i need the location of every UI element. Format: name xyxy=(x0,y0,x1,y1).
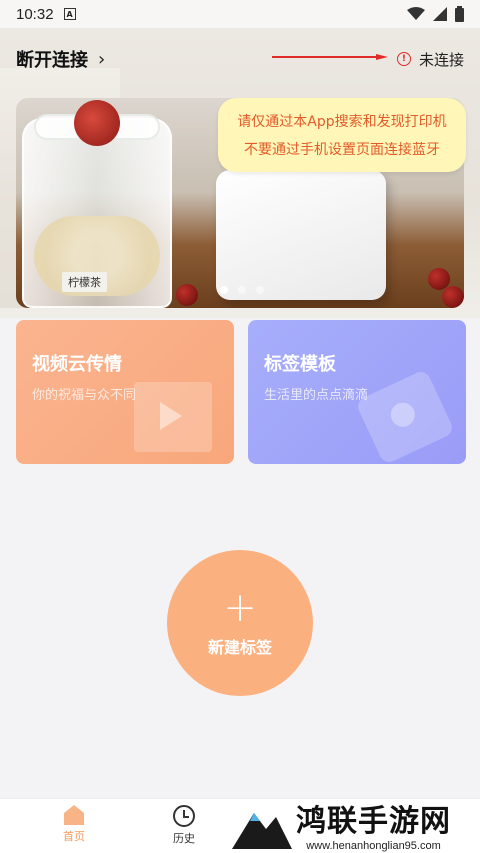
plus-icon: + xyxy=(223,585,257,631)
home-icon xyxy=(64,805,84,825)
battery-icon xyxy=(455,6,464,22)
notification-icon: A xyxy=(63,8,76,20)
status-time: 10:32 xyxy=(16,5,54,23)
apple-image xyxy=(74,100,120,146)
status-bar: 10:32 A xyxy=(0,0,480,28)
cherry-image xyxy=(442,286,464,308)
video-card-title: 视频云传情 xyxy=(32,354,122,375)
pagination-dot[interactable] xyxy=(256,286,264,294)
nav-history-label: 历史 xyxy=(173,832,195,845)
gift-video-icon xyxy=(134,382,212,452)
label-template-card[interactable]: 标签模板 生活里的点点滴滴 xyxy=(248,320,466,464)
status-icons xyxy=(407,6,464,22)
connection-status-label: 未连接 xyxy=(418,50,464,69)
connection-status[interactable]: ! 未连接 xyxy=(396,49,464,70)
printer-image xyxy=(216,170,386,300)
clock-icon xyxy=(173,805,195,827)
alert-circle-icon: ! xyxy=(396,52,411,66)
new-label-button[interactable]: + 新建标签 xyxy=(167,550,313,696)
site-watermark: 鸿联手游网 www.henanhonglian95.com xyxy=(232,794,480,853)
signal-icon xyxy=(433,7,447,21)
mountain-logo-icon xyxy=(232,812,292,849)
watermark-url: www.henanhonglian95.com xyxy=(306,839,441,852)
pagination-dot[interactable] xyxy=(238,286,246,294)
nav-item-home[interactable]: 首页 xyxy=(44,805,104,844)
new-label-text: 新建标签 xyxy=(207,638,272,657)
cherry-image xyxy=(176,284,198,306)
banner-pagination[interactable] xyxy=(220,286,264,294)
tooltip-line-1: 请仅通过本App搜索和发现打印机 xyxy=(237,114,447,130)
pointer-arrow-icon xyxy=(272,54,388,60)
pagination-dot-active[interactable] xyxy=(220,286,228,294)
nav-home-label: 首页 xyxy=(63,830,85,843)
bluetooth-hint-tooltip: 请仅通过本App搜索和发现打印机 不要通过手机设置页面连接蓝牙 xyxy=(218,98,466,172)
tooltip-line-2: 不要通过手机设置页面连接蓝牙 xyxy=(244,142,440,158)
top-header: 断开连接 › ! 未连接 xyxy=(16,44,464,74)
wifi-icon xyxy=(407,7,425,20)
video-cloud-card[interactable]: 视频云传情 你的祝福与众不同 xyxy=(16,320,234,464)
disconnect-title[interactable]: 断开连接 xyxy=(16,46,88,72)
chevron-right-icon[interactable]: › xyxy=(98,49,105,70)
banner-jar-image: 柠檬茶 xyxy=(22,100,172,308)
watermark-title: 鸿联手游网 xyxy=(296,803,451,839)
jar-label: 柠檬茶 xyxy=(62,272,107,292)
nav-item-history[interactable]: 历史 xyxy=(154,805,214,846)
